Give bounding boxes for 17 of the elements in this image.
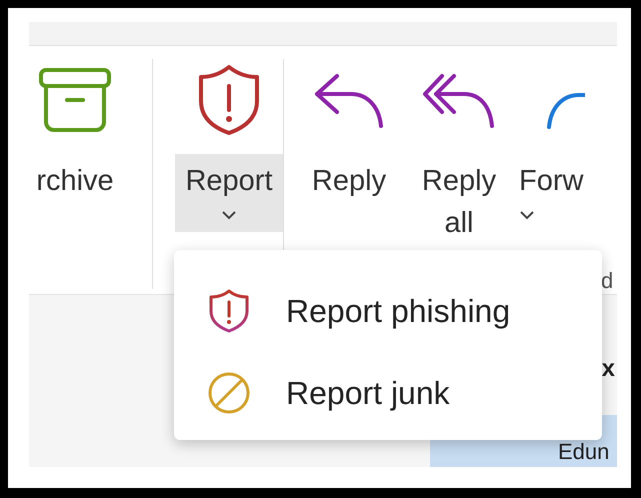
shield-icon bbox=[208, 289, 250, 333]
archive-icon bbox=[38, 67, 112, 133]
group-label: d bbox=[601, 268, 614, 294]
reply-all-button[interactable]: Reply all bbox=[419, 154, 499, 248]
shield-icon bbox=[197, 64, 261, 136]
menu-item[interactable]: Report phishing bbox=[286, 292, 510, 330]
reply-all-icon bbox=[422, 72, 496, 128]
archive-button[interactable]: rchive bbox=[29, 154, 121, 206]
blocked-icon bbox=[207, 371, 251, 415]
reply-icon bbox=[313, 72, 385, 128]
forward-button[interactable]: Forw bbox=[519, 154, 617, 232]
report-button[interactable]: Report bbox=[175, 154, 283, 232]
forward-icon bbox=[547, 93, 585, 129]
menu-item[interactable]: Report junk bbox=[286, 374, 450, 412]
list-header: x bbox=[602, 355, 615, 383]
reply-button[interactable]: Reply bbox=[309, 154, 389, 206]
sender-name: Edun bbox=[558, 440, 610, 464]
